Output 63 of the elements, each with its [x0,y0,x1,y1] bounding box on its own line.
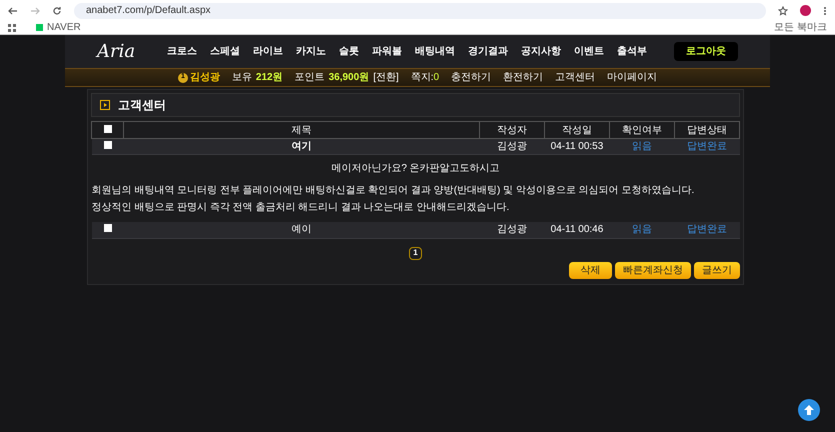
menu-icon[interactable] [823,6,827,16]
nav-link[interactable]: 공지사항 [521,44,562,59]
nav-link[interactable]: 크로스 [167,44,198,59]
user-link[interactable]: 마이페이지 [607,70,658,85]
column-header: 작성일 [544,122,610,138]
answer-text: 회원님의 배팅내역 모니터링 전부 플레이어에만 배팅하신걸로 확인되어 결과 양방(반대배팅) 및 악성이용으로 의심되어 모청하였습니다. [92,184,696,198]
reload-icon[interactable] [52,6,62,16]
action-button[interactable]: 빠른계좌신청 [615,262,691,278]
nav-link[interactable]: 이벤트 [574,44,604,59]
column-header: 확인여부 [610,122,674,138]
logout-button[interactable]: 로그아웃 [674,42,738,61]
read-status-cell: 읽음 [610,222,674,238]
author-cell: 김성광 [480,222,544,238]
answer-text: 정상적인 배팅으로 판명시 즉각 전액 출금처리 해드리니 결과 나오는대로 안내해드리겠습니다. [92,201,510,215]
author-cell: 김성광 [480,138,544,154]
read-status-cell: 읽음 [610,138,674,154]
play-icon [100,100,110,110]
apps-icon[interactable] [8,24,16,32]
column-header: 제목 [124,122,480,138]
scroll-top-button[interactable] [798,399,820,421]
address-bar[interactable]: anabet7.com/p/Default.aspx [74,2,766,18]
site-logo[interactable]: Aria [97,38,136,65]
all-bookmarks-link[interactable]: 모든 북마크 [774,20,827,35]
nav-link[interactable]: 출석부 [617,44,648,59]
nav-link[interactable]: 경기결과 [468,44,508,59]
point-label: 포인트 [294,71,325,85]
answer-status-cell: 답변완료 [674,138,740,154]
action-button[interactable]: 삭제 [569,262,612,278]
user-link[interactable]: 충전하기 [451,70,492,85]
nav-link[interactable]: 배팅내역 [415,44,456,59]
back-icon[interactable] [8,6,18,16]
nav-link[interactable]: 슬롯 [339,44,360,59]
title-cell[interactable]: 여기 [124,138,480,154]
message-label: 쪽지: [410,71,434,85]
profile-avatar[interactable] [800,5,811,16]
checkbox[interactable] [104,124,112,132]
checkbox[interactable] [104,141,112,149]
user-link[interactable]: 환전하기 [503,70,544,85]
date-cell: 04-11 00:53 [544,138,610,154]
star-icon[interactable] [778,6,788,16]
title-cell[interactable]: 예이 [124,222,480,238]
column-header: 작성자 [480,122,544,138]
point-value: 36,900원 [328,71,370,85]
bookmark-link[interactable]: NAVER [36,20,81,35]
balance-label: 보유 [232,71,252,85]
user-link[interactable]: 고객센터 [555,70,596,85]
nav-link[interactable]: 카지노 [296,44,326,59]
answer-text: 메이저아닌가요? 온카판알고도하시고 [330,162,501,176]
column-header: 답변상태 [674,122,740,138]
action-button[interactable]: 글쓰기 [694,262,740,278]
username: 김성광 [190,71,220,85]
message-count[interactable]: 0 [434,70,440,85]
convert-link[interactable]: [전환] [373,70,399,85]
nav-link[interactable]: 스페셜 [210,44,240,59]
date-cell: 04-11 00:46 [544,222,610,238]
panel-title: 고객센터 [118,97,166,114]
answer-status-cell: 답변완료 [674,222,740,238]
balance-value: 212원 [256,71,283,85]
checkbox[interactable] [104,224,112,232]
page-number[interactable]: 1 [409,246,422,260]
nav-link[interactable]: 파워볼 [372,44,402,59]
nav-link[interactable]: 라이브 [253,44,284,59]
arrow-up-icon [803,404,815,416]
